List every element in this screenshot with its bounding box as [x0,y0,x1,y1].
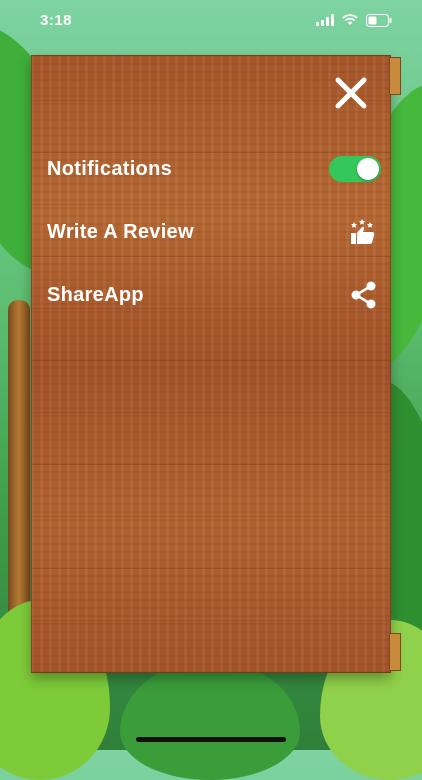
home-indicator[interactable] [136,737,286,742]
hinge-top [389,57,401,95]
hinge-bottom [389,633,401,671]
status-bar: 3:18 [0,0,422,40]
notifications-toggle[interactable] [329,156,381,182]
signal-icon [316,14,334,26]
toggle-knob [357,158,379,180]
close-button[interactable] [333,75,369,111]
notifications-label: Notifications [47,157,173,180]
thumbs-up-stars-icon[interactable] [347,215,381,249]
share-app-row[interactable]: ShareApp [47,275,381,315]
share-icon[interactable] [347,278,381,312]
write-review-row[interactable]: Write A Review [47,212,381,252]
settings-panel: Notifications Write A Review ShareApp [31,55,401,673]
write-review-label: Write A Review [47,220,194,243]
wifi-icon [342,14,358,26]
status-time: 3:18 [40,11,73,29]
status-icons [316,13,392,27]
battery-icon [366,13,392,27]
share-app-label: ShareApp [47,283,144,306]
close-icon [335,77,367,109]
notifications-row: Notifications [47,149,381,189]
